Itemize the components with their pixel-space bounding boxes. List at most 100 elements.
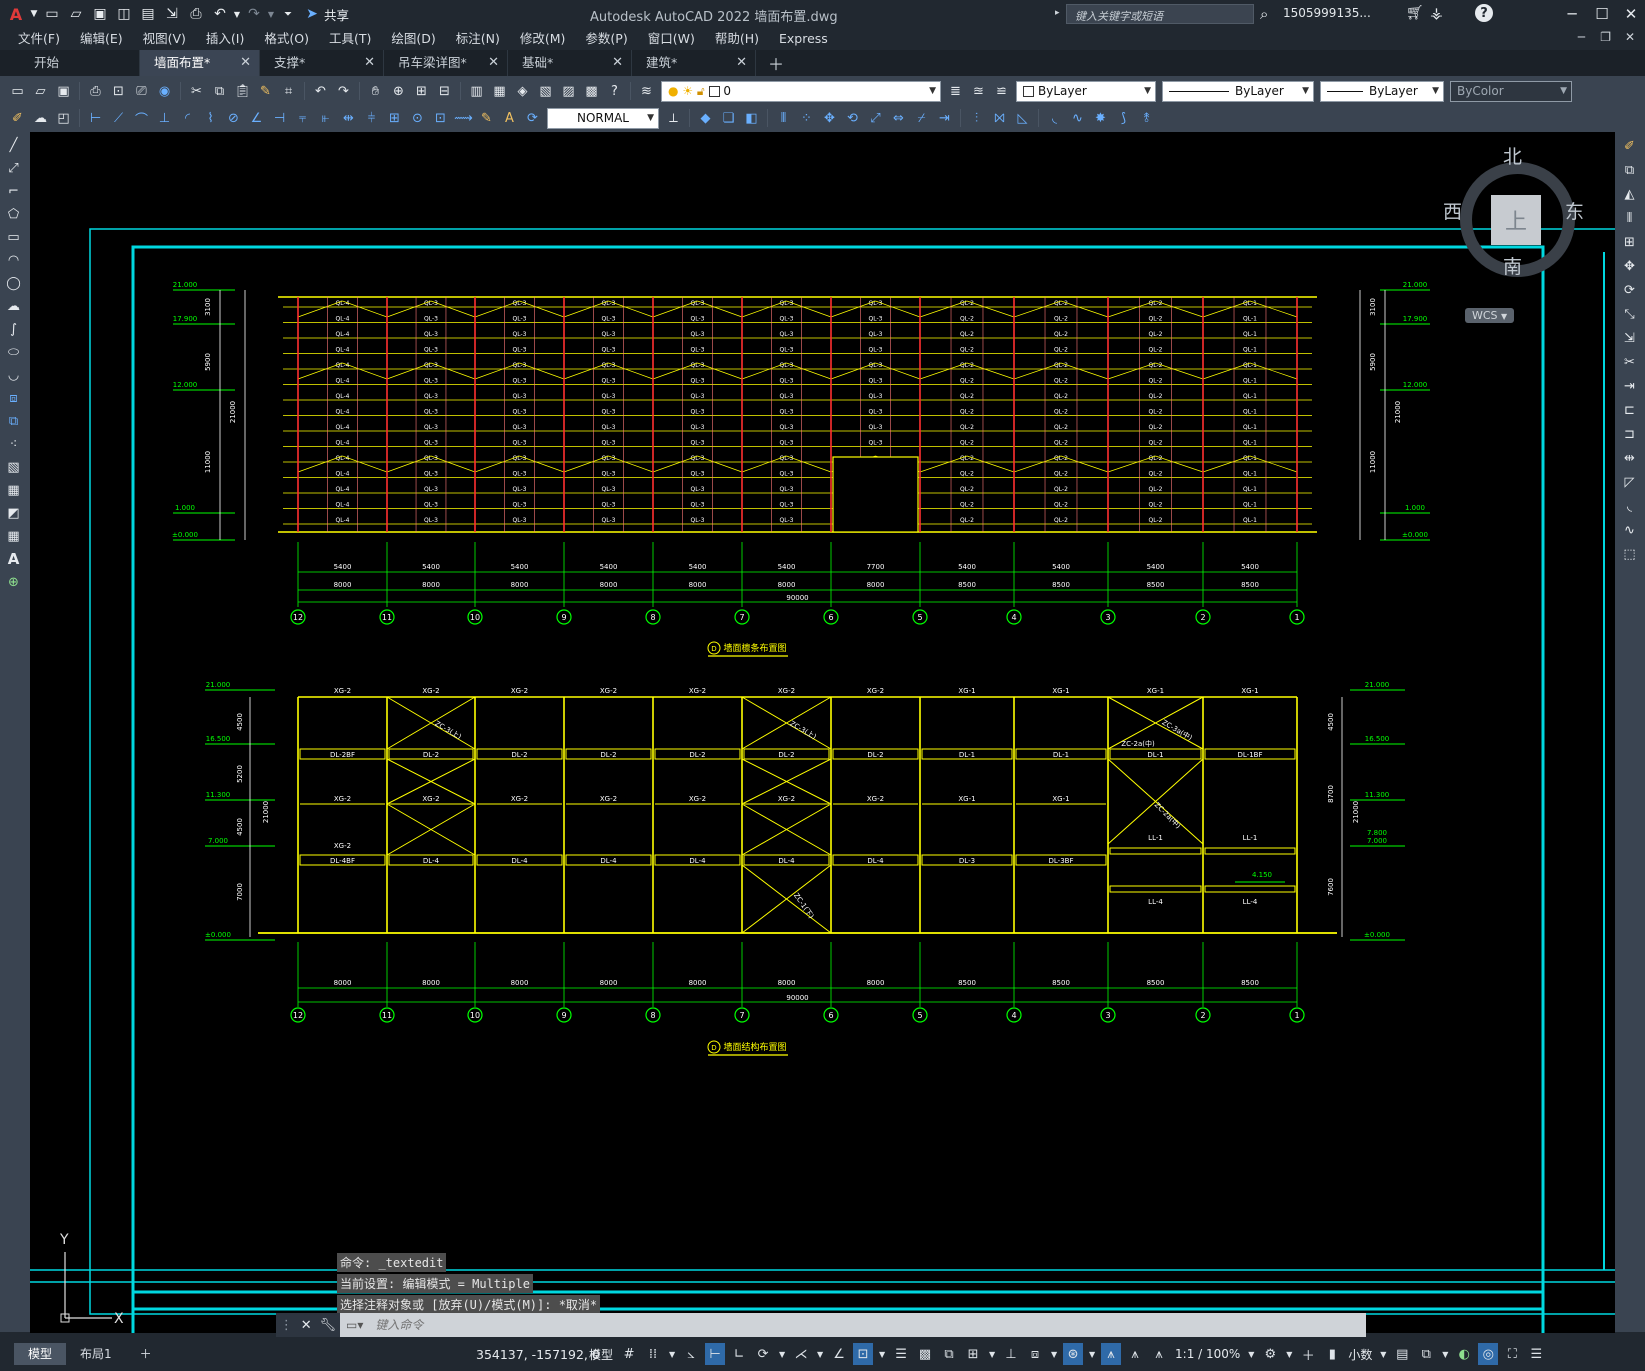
- point-icon[interactable]: ⁖: [3, 434, 24, 454]
- doc-minimize-icon[interactable]: ─: [1578, 30, 1585, 44]
- hardware-acceleration-icon[interactable]: ◎: [1478, 1343, 1499, 1365]
- extend-icon[interactable]: ⇥: [1619, 376, 1640, 396]
- menu-tools[interactable]: 工具(T): [319, 28, 381, 50]
- dim-space-icon[interactable]: ⇹: [338, 108, 359, 128]
- add-tab-icon[interactable]: ＋: [756, 51, 796, 75]
- menu-modify[interactable]: 修改(M): [510, 28, 576, 50]
- open-file-icon[interactable]: ▱: [64, 3, 88, 25]
- pan-icon[interactable]: ✋︎: [365, 81, 386, 101]
- menu-format[interactable]: 格式(O): [254, 28, 319, 50]
- join-icon[interactable]: ⨝: [989, 108, 1010, 128]
- plot-preview-icon[interactable]: ⊡: [108, 81, 129, 101]
- tool-palettes-icon[interactable]: ◈: [512, 81, 533, 101]
- autocad-logo-icon[interactable]: A: [4, 3, 28, 25]
- layer-states-icon[interactable]: ≌: [991, 81, 1012, 101]
- menu-view[interactable]: 视图(V): [133, 28, 196, 50]
- plotstyle-dropdown[interactable]: ByColor ▼: [1450, 80, 1572, 102]
- layer-properties-icon[interactable]: ≋: [636, 81, 657, 101]
- help-icon[interactable]: ?: [1475, 4, 1493, 22]
- array-icon[interactable]: ⁘: [796, 108, 817, 128]
- isodraft-dropdown-icon[interactable]: ▼: [815, 1343, 825, 1365]
- paste-icon[interactable]: 📋︎: [232, 81, 253, 101]
- tab-wall-layout[interactable]: 墙面布置* ✕: [140, 50, 260, 76]
- undo-dropdown-icon[interactable]: ▼: [232, 3, 242, 25]
- quick-properties-icon[interactable]: ▤: [1392, 1343, 1412, 1365]
- doc-restore-icon[interactable]: ❐: [1600, 30, 1611, 44]
- help-icon[interactable]: ?: [604, 81, 625, 101]
- new-file-icon[interactable]: ▭: [40, 3, 64, 25]
- workspace-icon[interactable]: ⚙: [1260, 1343, 1280, 1365]
- rotate-icon[interactable]: ⟳: [1619, 280, 1640, 300]
- menu-parametric[interactable]: 参数(P): [575, 28, 637, 50]
- jogged-linear-icon[interactable]: ⟿: [453, 108, 474, 128]
- menu-express[interactable]: Express: [769, 28, 838, 50]
- clean-screen-icon[interactable]: ⛶: [1502, 1343, 1522, 1365]
- menu-window[interactable]: 窗口(W): [638, 28, 705, 50]
- save-icon[interactable]: ▣: [53, 81, 74, 101]
- viewcube-top-face[interactable]: 上: [1491, 195, 1541, 245]
- selection-filter-icon[interactable]: ⧈: [1025, 1343, 1045, 1365]
- move-icon[interactable]: ✥: [819, 108, 840, 128]
- polar-icon[interactable]: ⟳: [753, 1343, 773, 1365]
- move-icon[interactable]: ✥: [1619, 256, 1640, 276]
- properties-icon[interactable]: ▥: [466, 81, 487, 101]
- spline-icon[interactable]: ∫: [3, 319, 24, 339]
- mirror-icon[interactable]: ◧: [741, 108, 762, 128]
- block-editor-icon[interactable]: ⌗: [278, 81, 299, 101]
- tab-model[interactable]: 模型: [14, 1343, 67, 1365]
- share-icon[interactable]: ➤: [300, 3, 324, 25]
- undo-icon[interactable]: ↶: [208, 3, 232, 25]
- tab-close-icon[interactable]: ✕: [488, 50, 499, 76]
- plot-icon[interactable]: ⎙: [184, 3, 208, 25]
- annotation-scale-icon[interactable]: ⩚: [1149, 1343, 1169, 1365]
- drawing-canvas[interactable]: QL-4 QL-3 QL-3 QL-3 QL-3 QL-3 QL-3 QL-2 QL-2 QL-2…: [30, 132, 1615, 1333]
- fillet-icon[interactable]: ◟: [1044, 108, 1065, 128]
- viewcube-east[interactable]: 东: [1565, 197, 1584, 224]
- copy-icon[interactable]: ⧉: [209, 81, 230, 101]
- redo-icon[interactable]: ↷: [333, 81, 354, 101]
- rotate-icon[interactable]: ⟲: [842, 108, 863, 128]
- construction-line-icon[interactable]: ⤢: [3, 158, 24, 178]
- search-expand-icon[interactable]: ▸: [1055, 8, 1060, 18]
- radius-dim-icon[interactable]: ◜: [177, 108, 198, 128]
- dimstyle-dropdown[interactable]: NORMAL ▼: [547, 107, 659, 129]
- maximize-icon[interactable]: ☐: [1590, 2, 1614, 26]
- save-icon[interactable]: ▣: [88, 3, 112, 25]
- erase-icon[interactable]: ✐: [1619, 136, 1640, 156]
- viewcube[interactable]: 北 南 西 东 上: [1443, 142, 1595, 292]
- menu-edit[interactable]: 编辑(E): [70, 28, 133, 50]
- tab-bracing[interactable]: 支撑* ✕: [260, 50, 384, 76]
- menu-file[interactable]: 文件(F): [8, 28, 70, 50]
- publish-icon[interactable]: ⎚: [131, 81, 152, 101]
- gizmo-icon[interactable]: ⊛: [1063, 1343, 1084, 1365]
- make-current-layer-icon[interactable]: ≣: [945, 81, 966, 101]
- 3d-osnap-icon[interactable]: ⊞: [963, 1343, 983, 1365]
- lineweight-icon[interactable]: ☰: [891, 1343, 911, 1365]
- arc-icon[interactable]: ◠: [3, 250, 24, 270]
- menu-draw[interactable]: 绘图(D): [381, 28, 445, 50]
- space-toggle[interactable]: 模型: [589, 1346, 613, 1363]
- stretch-icon[interactable]: ⇲: [1619, 328, 1640, 348]
- edit-spline-icon[interactable]: ⥉: [1136, 108, 1157, 128]
- center-mark-icon[interactable]: ⊙: [407, 108, 428, 128]
- ellipse-arc-icon[interactable]: ◡: [3, 365, 24, 385]
- open-icon[interactable]: ▱: [30, 81, 51, 101]
- search-input[interactable]: 键入关键字或短语: [1066, 4, 1254, 24]
- quick-dim-icon[interactable]: ⊣: [269, 108, 290, 128]
- scale-icon[interactable]: ⤢: [865, 108, 886, 128]
- dim-text-edit-icon[interactable]: A: [499, 108, 520, 128]
- scale-dropdown-icon[interactable]: ▼: [1246, 1343, 1256, 1365]
- diameter-dim-icon[interactable]: ⊘: [223, 108, 244, 128]
- baseline-dim-icon[interactable]: ⫧: [292, 108, 313, 128]
- object-snap-icon[interactable]: ⊡: [853, 1343, 874, 1365]
- menu-dimension[interactable]: 标注(N): [446, 28, 510, 50]
- lock-ui-dropdown-icon[interactable]: ▼: [1440, 1343, 1450, 1365]
- polar-dropdown-icon[interactable]: ▼: [777, 1343, 787, 1365]
- annotation-scale[interactable]: 1:1 / 100%: [1175, 1347, 1240, 1361]
- region-icon[interactable]: ◩: [3, 503, 24, 523]
- new-icon[interactable]: ▭: [7, 81, 28, 101]
- gizmo-dropdown-icon[interactable]: ▼: [1087, 1343, 1097, 1365]
- redo-dropdown-icon[interactable]: ▼: [266, 3, 276, 25]
- angular-dim-icon[interactable]: ∠: [246, 108, 267, 128]
- erase-icon[interactable]: ◆: [695, 108, 716, 128]
